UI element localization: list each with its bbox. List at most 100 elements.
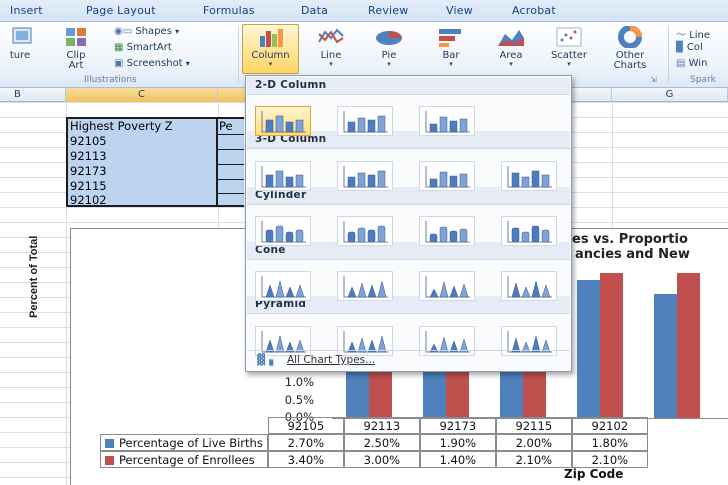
line-chart-button[interactable]: Line ▾: [308, 26, 354, 68]
area-chart-button[interactable]: Area ▾: [488, 26, 534, 68]
tab-formulas[interactable]: Formulas: [203, 4, 255, 17]
chart-bar[interactable]: [577, 280, 600, 418]
zip-cell[interactable]: 92105: [70, 134, 107, 148]
gallery-chart-option[interactable]: [501, 216, 557, 246]
picture-button[interactable]: ture: [0, 26, 40, 61]
cone-chart-icon: [261, 276, 306, 298]
charts-dialog-launcher-icon[interactable]: ⇲: [650, 75, 657, 84]
tab-review[interactable]: Review: [368, 4, 408, 17]
column-chart-gallery: 2-D Column 3-D Column Cylinder Cone Pyra…: [245, 75, 572, 372]
gallery-chart-option[interactable]: [419, 216, 475, 246]
chart-bar[interactable]: [677, 273, 700, 418]
screenshot-icon: ▣: [114, 58, 124, 69]
sparkline-column-icon: ▉: [676, 42, 684, 53]
selected-range[interactable]: Highest Poverty Z 92105 92113 92173 9211…: [66, 117, 218, 207]
3d-column-icon: [343, 166, 388, 188]
column-header-b[interactable]: B: [0, 88, 66, 102]
smartart-label: SmartArt: [126, 42, 172, 53]
scatter-chart-icon: [556, 27, 582, 47]
gallery-chart-option[interactable]: [337, 271, 393, 301]
data-value: 2.10%: [571, 451, 648, 468]
column-chart-icon: [259, 29, 283, 47]
tab-insert[interactable]: Insert: [10, 4, 43, 17]
series-name: Percentage of Enrollees: [119, 452, 255, 467]
all-chart-types-label: All Chart Types...: [287, 354, 376, 366]
sparkline-line-label: Line: [689, 30, 711, 41]
screenshot-button[interactable]: ▣ Screenshot ▾: [114, 58, 190, 69]
bar-chart-button[interactable]: Bar ▾: [428, 26, 474, 68]
shapes-icon: ◉▭: [114, 26, 133, 37]
gallery-chart-option[interactable]: [255, 271, 311, 301]
gallery-chart-option[interactable]: [419, 106, 475, 136]
shapes-button[interactable]: ◉▭ Shapes ▾: [114, 26, 179, 37]
zip-cell[interactable]: 92102: [70, 193, 107, 207]
selected-range-column-d[interactable]: Pe: [218, 117, 244, 207]
chart-title-line1[interactable]: es vs. Proportio: [572, 232, 688, 247]
series-name: Percentage of Live Births: [119, 435, 263, 450]
sparkline-column-button[interactable]: ▉ Col: [676, 42, 703, 53]
scatter-chart-button[interactable]: Scatter ▾: [546, 26, 592, 68]
data-table-header-row: 92105 92113 92173 92115 92102: [100, 417, 648, 434]
sparkline-winloss-button[interactable]: ▤ Win: [676, 58, 707, 69]
column-chart-button[interactable]: Column ▾: [242, 26, 299, 68]
gallery-chart-option[interactable]: [501, 161, 557, 191]
header-cell[interactable]: Highest Poverty Z: [70, 119, 173, 133]
gallery-chart-option[interactable]: [337, 106, 393, 136]
tab-page-layout[interactable]: Page Layout: [86, 4, 156, 17]
gallery-chart-option[interactable]: [255, 106, 311, 136]
chart-bar[interactable]: [654, 293, 677, 418]
sparkline-line-button[interactable]: 〜 Line: [676, 26, 710, 41]
legend-key-enrollees: [105, 455, 114, 465]
gallery-chart-option[interactable]: [337, 216, 393, 246]
data-value: 2.70%: [267, 434, 344, 451]
sparkline-line-icon: 〜: [676, 30, 686, 41]
tab-view[interactable]: View: [446, 4, 473, 17]
gallery-section-2d-column: 2-D Column: [247, 77, 570, 95]
gallery-chart-option[interactable]: [419, 161, 475, 191]
gallery-chart-option[interactable]: [501, 271, 557, 301]
zip-cell[interactable]: 92115: [70, 179, 107, 193]
sparkline-winloss-label: Win: [688, 58, 708, 69]
all-chart-types-link[interactable]: ▓▗ All Chart Types...: [247, 350, 570, 370]
ribbon-tabs-bar: Insert Page Layout Formulas Data Review …: [0, 0, 728, 22]
chart-title-line2[interactable]: ancies and New: [575, 247, 690, 262]
cone-chart-icon: [507, 276, 552, 298]
gallery-chart-option[interactable]: [419, 271, 475, 301]
cylinder-chart-icon: [261, 221, 306, 243]
smartart-button[interactable]: ▦ SmartArt: [114, 42, 172, 53]
smartart-icon: ▦: [114, 42, 124, 53]
header-cell-continued: Pe: [219, 119, 233, 133]
x-axis-title[interactable]: Zip Code: [564, 467, 623, 481]
picture-icon: [12, 27, 32, 44]
3d-column-icon: [261, 166, 306, 188]
y-axis-title[interactable]: Percent of Total: [28, 236, 40, 318]
sparklines-group-label: Spark: [690, 75, 716, 85]
zip-cell[interactable]: 92173: [70, 164, 107, 178]
pie-chart-button[interactable]: Pie ▾: [366, 26, 412, 68]
sparkline-winloss-icon: ▤: [676, 58, 686, 69]
column-header-f[interactable]: [572, 88, 612, 102]
other-charts-sublabel: Charts: [613, 60, 647, 71]
column-header-g[interactable]: G: [612, 88, 728, 102]
chart-bar[interactable]: [600, 273, 623, 418]
data-value: 2.00%: [495, 434, 572, 451]
gallery-chart-option[interactable]: [255, 161, 311, 191]
tab-data[interactable]: Data: [301, 4, 328, 17]
y-tick-label: 1.0%: [284, 375, 314, 389]
zip-cell[interactable]: 92113: [70, 149, 107, 163]
column-header-c[interactable]: C: [66, 88, 218, 102]
legend-key-live-births: [105, 438, 114, 448]
line-chart-icon: [318, 28, 344, 44]
gallery-chart-option[interactable]: [255, 216, 311, 246]
tab-acrobat[interactable]: Acrobat: [512, 4, 556, 17]
data-value: 1.80%: [571, 434, 648, 451]
other-charts-button[interactable]: Other Charts: [604, 26, 656, 71]
sparkline-column-label: Col: [686, 42, 703, 53]
column-header-d[interactable]: [218, 88, 248, 102]
clip-art-button[interactable]: Clip Art: [58, 26, 94, 71]
all-chart-types-icon: ▓▗: [257, 354, 274, 366]
chart-data-table[interactable]: 92105 92113 92173 92115 92102 Percentage…: [100, 417, 648, 468]
screenshot-label: Screenshot: [126, 58, 183, 69]
cone-chart-icon: [425, 276, 470, 298]
gallery-chart-option[interactable]: [337, 161, 393, 191]
